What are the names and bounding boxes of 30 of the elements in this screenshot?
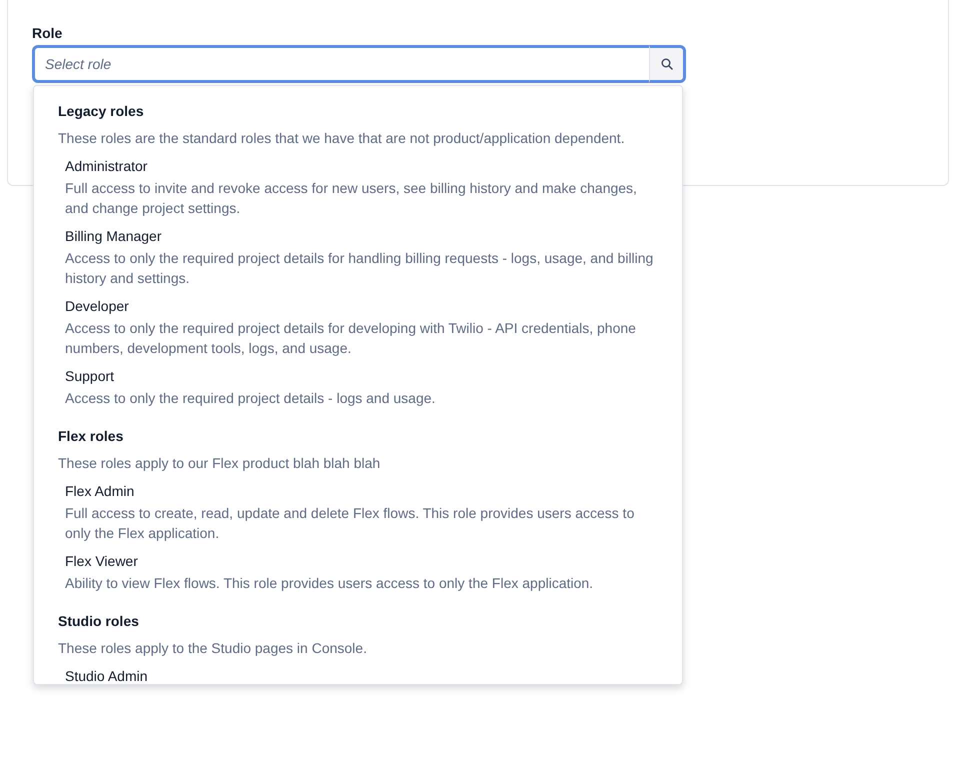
- role-search-field[interactable]: Select role: [32, 45, 649, 83]
- role-option[interactable]: Administrator Full access to invite and revoke access for new users, see billing history and make changes, and change project settings.: [65, 156, 666, 218]
- role-option[interactable]: Flex Admin Full access to create, read, update and delete Flex flows. This role provides users access to only the Flex application.: [65, 481, 666, 543]
- search-icon: [660, 58, 672, 70]
- role-description: Full access to create, read, update and delete Flex flows. This role provides users access to only the Flex application.: [65, 504, 636, 543]
- field-label: Role: [32, 24, 62, 42]
- search-button[interactable]: [649, 45, 686, 83]
- role-option[interactable]: Developer Access to only the required project details for developing with Twilio - API credentials, phone numbers, development tools, logs, and usage.: [65, 296, 666, 358]
- role-description: Access to only the required project details - logs and usage.: [65, 389, 436, 408]
- role-option[interactable]: Studio Admin: [65, 666, 666, 684]
- role-name: Flex Viewer: [65, 552, 138, 571]
- role-description: Access to only the required project details for developing with Twilio - API credentials, phone numbers, development tools, logs, and usage.: [65, 319, 637, 358]
- role-option[interactable]: Billing Manager Access to only the required project details for handling billing requests - logs, usage, and billing history and settings.: [65, 226, 666, 288]
- role-description: Access to only the required project details for handling billing requests - logs, usage, and billing history and settings.: [65, 249, 654, 288]
- role-name: Administrator: [65, 157, 148, 176]
- group-title: Flex roles: [58, 427, 124, 446]
- role-name: Flex Admin: [65, 482, 134, 501]
- group-title: Legacy roles: [58, 102, 144, 121]
- role-option[interactable]: Support Access to only the required project details - logs and usage.: [65, 366, 666, 408]
- role-name: Billing Manager: [65, 227, 162, 246]
- role-description: Full access to invite and revoke access for new users, see billing history and make changes, and change project settings.: [65, 179, 638, 218]
- group-description: These roles apply to the Studio pages in Console.: [58, 639, 367, 658]
- role-name: Studio Admin: [65, 667, 148, 684]
- group-title: Studio roles: [58, 612, 139, 631]
- role-name: Developer: [65, 297, 129, 316]
- group-description: These roles are the standard roles that we have that are not product/application dependent.: [58, 129, 625, 148]
- role-option[interactable]: Flex Viewer Ability to view Flex flows. This role provides users access to only the Flex application.: [65, 551, 666, 593]
- role-name: Support: [65, 367, 114, 386]
- group-description: These roles apply to our Flex product blah blah blah: [58, 454, 380, 473]
- role-description: Ability to view Flex flows. This role provides users access to only the Flex application.: [65, 574, 594, 593]
